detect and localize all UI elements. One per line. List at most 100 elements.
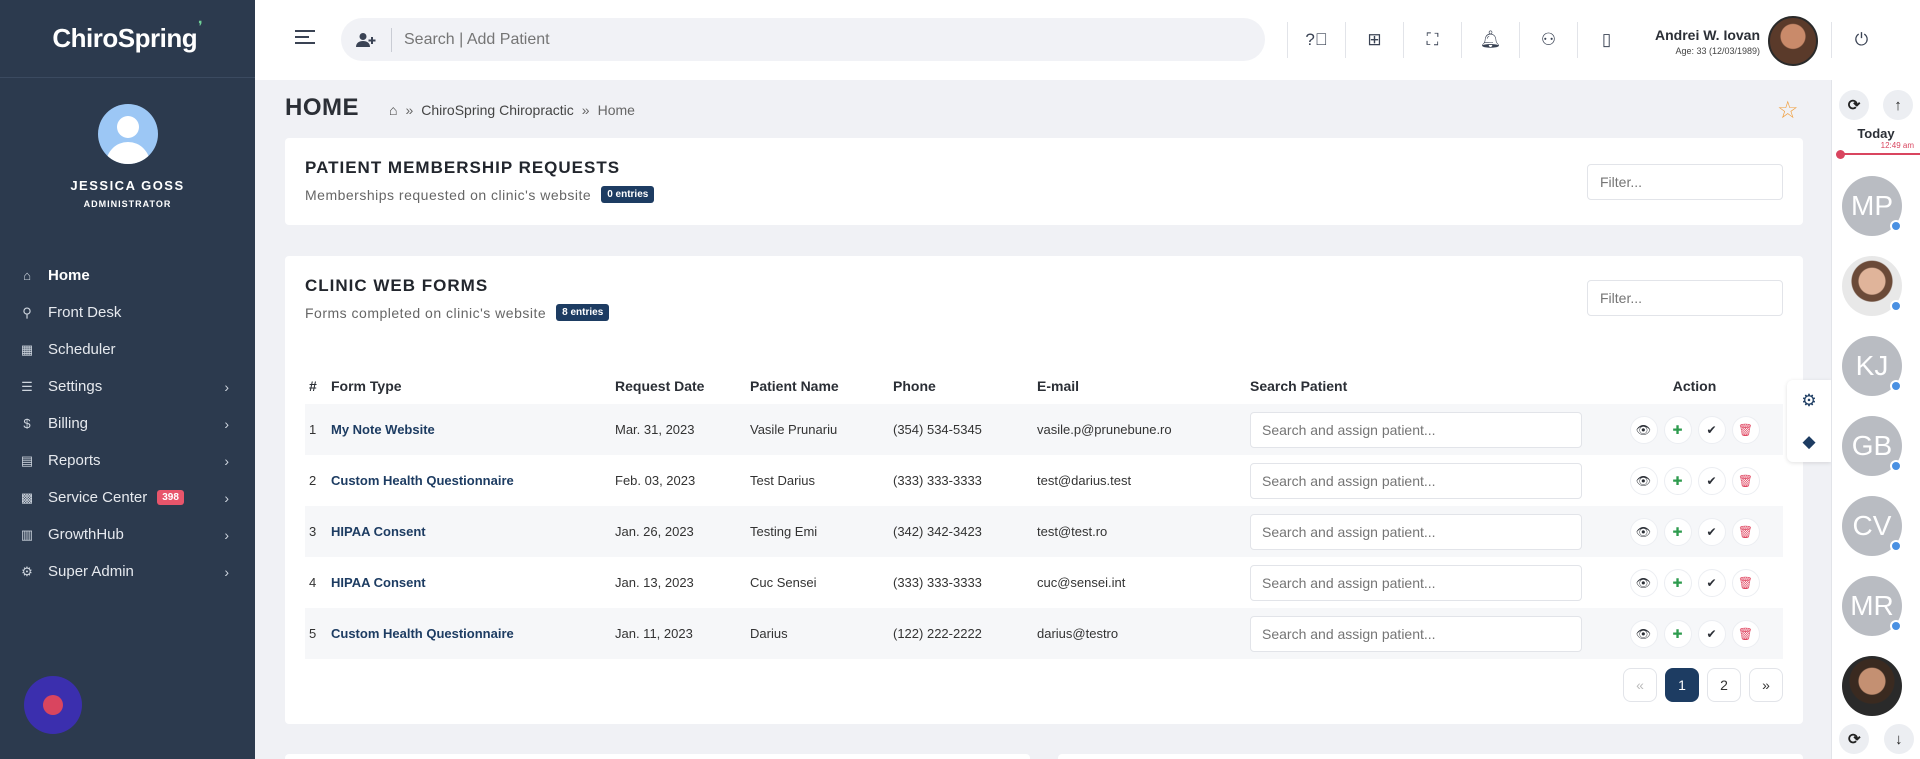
bottom-right-card: [1058, 754, 1803, 759]
arrow-down-icon[interactable]: ↓: [1883, 724, 1914, 754]
support-chat-button[interactable]: [24, 676, 82, 734]
patient-search-input[interactable]: [392, 30, 1265, 49]
user-name: Andrei W. Iovan: [1655, 26, 1761, 43]
appointment-avatar[interactable]: MP: [1842, 176, 1902, 236]
sidebar-item-settings[interactable]: ☰ Settings ›: [0, 368, 255, 405]
breadcrumb-item-clinic[interactable]: ChiroSpring Chiropractic: [421, 102, 574, 118]
webforms-card-title: CLINIC WEB FORMS: [305, 276, 489, 295]
current-time-indicator: 12:49 am: [1832, 141, 1920, 159]
appointment-avatar[interactable]: [1842, 656, 1902, 716]
column-header: Search Patient: [1250, 378, 1348, 394]
form-type-link[interactable]: Custom Health Questionnaire: [327, 608, 611, 659]
dollar-icon: $: [23, 416, 31, 431]
sidebar-item-growthhub[interactable]: ▥ GrowthHub ›: [0, 516, 255, 553]
table-row: 5 Custom Health Questionnaire Jan. 11, 2…: [305, 608, 1783, 659]
fullscreen-icon[interactable]: ⛶: [1403, 22, 1461, 58]
appointment-avatar[interactable]: MR: [1842, 576, 1902, 636]
membership-card-title: PATIENT MEMBERSHIP REQUESTS: [305, 158, 621, 177]
check-icon[interactable]: ✔: [1697, 619, 1726, 648]
document-icon[interactable]: ▯: [1577, 22, 1635, 58]
eye-icon[interactable]: 👁︎: [1629, 415, 1658, 444]
membership-filter-input[interactable]: [1587, 164, 1783, 200]
request-date: Jan. 13, 2023: [615, 575, 694, 590]
form-type-link[interactable]: HIPAA Consent: [327, 557, 611, 608]
bell-icon[interactable]: 🔔︎: [1461, 22, 1519, 58]
pagination-next-button[interactable]: »: [1749, 668, 1783, 702]
help-icon[interactable]: ?⃝: [1287, 22, 1345, 58]
sidebar-item-label: Super Admin: [48, 563, 134, 580]
chevron-right-icon: ›: [224, 452, 229, 469]
add-user-icon[interactable]: ✚: [1663, 517, 1692, 546]
sidebar-item-service-center[interactable]: ▩ Service Center 398 ›: [0, 479, 255, 516]
pagination-page-button[interactable]: 1: [1665, 668, 1699, 702]
menu-toggle-icon[interactable]: [295, 30, 315, 46]
pagination-prev-button[interactable]: «: [1623, 668, 1657, 702]
trash-icon[interactable]: 🗑︎: [1731, 415, 1760, 444]
assign-patient-input[interactable]: [1250, 615, 1582, 652]
check-icon[interactable]: ✔: [1697, 568, 1726, 597]
assign-patient-input[interactable]: [1250, 513, 1582, 550]
sidebar-item-reports[interactable]: ▤ Reports ›: [0, 442, 255, 479]
sidebar-item-front-desk[interactable]: ⚲ Front Desk: [0, 294, 255, 331]
add-patient-icon[interactable]: [341, 32, 391, 48]
pagination-page-button[interactable]: 2: [1707, 668, 1741, 702]
appointment-avatar[interactable]: CV: [1842, 496, 1902, 556]
eye-icon[interactable]: 👁︎: [1629, 466, 1658, 495]
webforms-filter-input[interactable]: [1587, 280, 1783, 316]
assign-patient-input[interactable]: [1250, 462, 1582, 499]
gift-icon[interactable]: ⊞: [1345, 22, 1403, 58]
column-header: Patient Name: [750, 378, 839, 394]
email: vasile.p@prunebune.ro: [1033, 404, 1246, 455]
user-menu[interactable]: Andrei W. Iovan Age: 33 (12/03/1989): [1655, 16, 1819, 66]
file-icon: ▤: [20, 452, 34, 468]
eye-icon[interactable]: 👁︎: [1629, 517, 1658, 546]
brand-logo[interactable]: ChiroSpring ❜: [0, 0, 255, 78]
trash-icon[interactable]: 🗑︎: [1731, 517, 1760, 546]
add-user-icon[interactable]: ✚: [1663, 619, 1692, 648]
sidebar-item-scheduler[interactable]: ▦ Scheduler: [0, 331, 255, 368]
sidebar-item-label: Service Center: [48, 489, 148, 506]
assign-patient-input[interactable]: [1250, 411, 1582, 448]
column-header: #: [309, 378, 317, 394]
form-type-link[interactable]: My Note Website: [327, 404, 611, 455]
email: test@darius.test: [1037, 473, 1132, 488]
appointment-avatar[interactable]: [1842, 256, 1902, 316]
trash-icon[interactable]: 🗑︎: [1731, 568, 1760, 597]
users-icon[interactable]: ⚇: [1519, 22, 1577, 58]
status-dot: [1890, 460, 1902, 472]
add-user-icon[interactable]: ✚: [1663, 415, 1692, 444]
add-user-icon[interactable]: ✚: [1663, 568, 1692, 597]
trash-icon[interactable]: 🗑︎: [1731, 466, 1760, 495]
eye-icon[interactable]: 👁︎: [1629, 568, 1658, 597]
appointment-avatar[interactable]: KJ: [1842, 336, 1902, 396]
check-icon[interactable]: ✔: [1697, 415, 1726, 444]
assign-patient-input[interactable]: [1250, 564, 1582, 601]
form-type-link[interactable]: HIPAA Consent: [327, 506, 611, 557]
check-icon[interactable]: ✔: [1697, 466, 1726, 495]
favorite-star-icon[interactable]: ☆: [1777, 96, 1799, 125]
arrow-up-icon[interactable]: ↑: [1883, 90, 1913, 120]
record-icon: [43, 695, 63, 715]
sidebar-item-label: Front Desk: [48, 304, 122, 321]
power-icon[interactable]: ⏻: [1831, 22, 1891, 58]
table-row: 1 My Note Website Mar. 31, 2023 Vasile P…: [305, 404, 1783, 455]
sidebar-item-super-admin[interactable]: ⚙ Super Admin ›: [0, 553, 255, 590]
appointment-avatar[interactable]: GB: [1842, 416, 1902, 476]
refresh-icon[interactable]: ⟳: [1839, 724, 1870, 754]
user-avatar[interactable]: [1768, 16, 1819, 66]
refresh-icon[interactable]: ⟳: [1839, 90, 1869, 120]
eye-icon[interactable]: 👁︎: [1629, 619, 1658, 648]
add-user-icon[interactable]: ✚: [1663, 466, 1692, 495]
patient-name: Darius: [746, 608, 889, 659]
settings-gears-icon[interactable]: ⚙: [1787, 380, 1831, 421]
sidebar-item-home[interactable]: ⌂ Home: [0, 257, 255, 294]
form-type-link[interactable]: Custom Health Questionnaire: [327, 455, 611, 506]
profile-avatar[interactable]: [97, 104, 158, 164]
trash-icon[interactable]: 🗑︎: [1731, 619, 1760, 648]
sidebar-item-billing[interactable]: $ Billing ›: [0, 405, 255, 442]
patient-name: Testing Emi: [746, 506, 889, 557]
column-header: E-mail: [1037, 378, 1080, 394]
breadcrumb-home-icon[interactable]: ⌂: [389, 102, 397, 118]
route-icon[interactable]: ◆: [1787, 421, 1831, 462]
check-icon[interactable]: ✔: [1697, 517, 1726, 546]
